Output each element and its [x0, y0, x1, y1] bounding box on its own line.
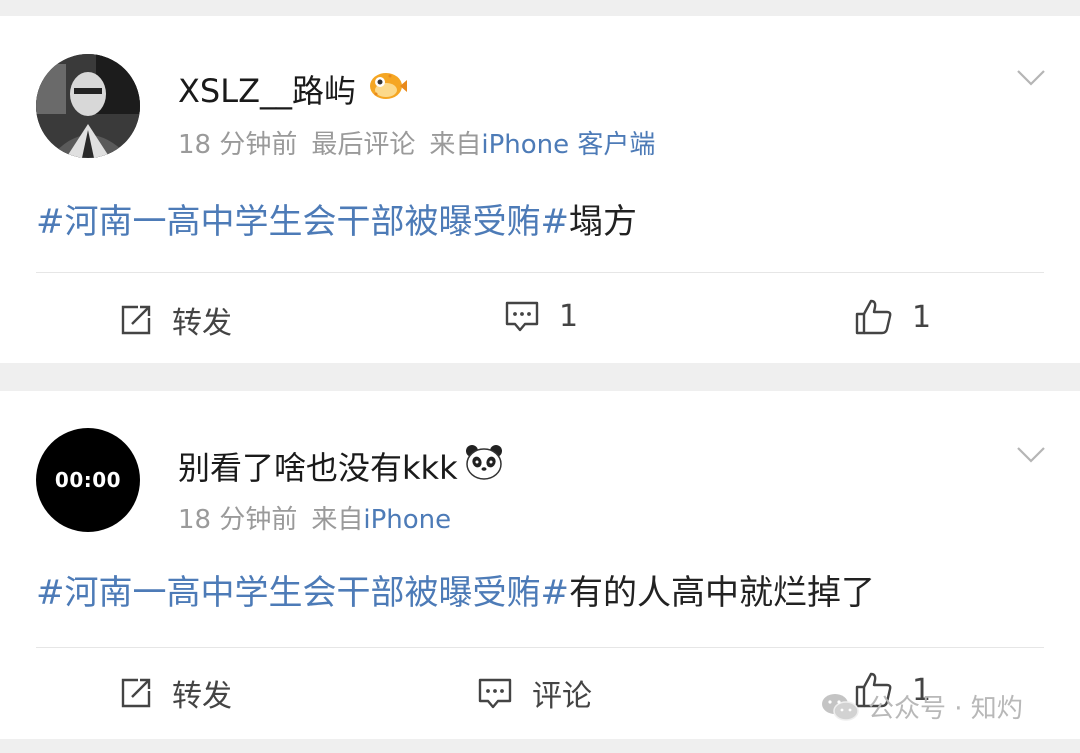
- like-count: 1: [912, 299, 932, 335]
- comment-icon: [505, 301, 539, 332]
- divider: [36, 272, 1044, 273]
- post-meta: 18 分钟前 最后评论 来自iPhone 客户端: [178, 124, 655, 161]
- wechat-icon: [822, 693, 859, 721]
- thumbs-up-icon: [855, 299, 892, 335]
- avatar[interactable]: 00:00: [36, 428, 140, 532]
- avatar[interactable]: [36, 54, 140, 158]
- source-client-link[interactable]: iPhone: [363, 505, 451, 535]
- post-content: #河南一高中学生会干部被曝受贿#有的人高中就烂掉了: [36, 565, 875, 614]
- pufferfish-emoji-icon: [368, 68, 408, 110]
- watermark-text: 公众号 · 知灼: [868, 694, 1023, 724]
- share-icon: [121, 678, 151, 708]
- avatar-text: 00:00: [54, 468, 122, 492]
- repost-label: 转发: [172, 306, 232, 341]
- post-meta: 18 分钟前 来自iPhone: [178, 499, 451, 536]
- watermark: 公众号 · 知灼: [820, 688, 1023, 725]
- comment-button[interactable]: 评论: [476, 671, 592, 715]
- post-content: #河南一高中学生会干部被曝受贿#塌方: [36, 194, 637, 243]
- source-client-link[interactable]: iPhone 客户端: [481, 130, 655, 160]
- chevron-down-icon[interactable]: [1016, 445, 1046, 465]
- share-icon: [121, 305, 151, 335]
- post-time: 18 分钟前: [178, 130, 298, 160]
- panda-emoji-icon: [464, 444, 504, 488]
- repost-button[interactable]: 转发: [118, 671, 232, 715]
- comment-button[interactable]: 1: [503, 298, 578, 334]
- source-prefix: 来自: [429, 130, 482, 160]
- post-card[interactable]: 00:00 别看了啥也没有kkk 18 分钟前 来自iPhone #河南一高中学…: [0, 391, 1080, 739]
- post-text: 塌方: [568, 202, 637, 242]
- topic-link[interactable]: #河南一高中学生会干部被曝受贿#: [36, 202, 569, 242]
- comment-count: 1: [559, 298, 579, 334]
- post-card[interactable]: XSLZ__路屿 18 分钟前 最后评论 来自iPhone 客户端 #河南一高中学生…: [0, 16, 1080, 363]
- comment-icon: [478, 678, 512, 709]
- weibo-feed: XSLZ__路屿 18 分钟前 最后评论 来自iPhone 客户端 #河南一高中学生…: [0, 0, 1080, 753]
- chevron-down-icon[interactable]: [1016, 68, 1046, 88]
- post-time: 18 分钟前: [178, 505, 298, 535]
- username-text[interactable]: XSLZ__路屿: [178, 66, 356, 112]
- username[interactable]: XSLZ__路屿: [178, 66, 408, 112]
- repost-button[interactable]: 转发: [118, 298, 232, 342]
- user-photo: [36, 54, 140, 158]
- source-prefix: 来自: [311, 505, 364, 535]
- comment-label: 评论: [532, 679, 592, 714]
- divider: [36, 647, 1044, 648]
- topic-link[interactable]: #河南一高中学生会干部被曝受贿#: [36, 573, 569, 613]
- like-button[interactable]: 1: [854, 298, 931, 336]
- last-comment-label: 最后评论: [311, 130, 416, 160]
- username-text[interactable]: 别看了啥也没有kkk: [178, 443, 458, 489]
- post-text: 有的人高中就烂掉了: [568, 573, 875, 613]
- username[interactable]: 别看了啥也没有kkk: [178, 443, 504, 489]
- repost-label: 转发: [172, 679, 232, 714]
